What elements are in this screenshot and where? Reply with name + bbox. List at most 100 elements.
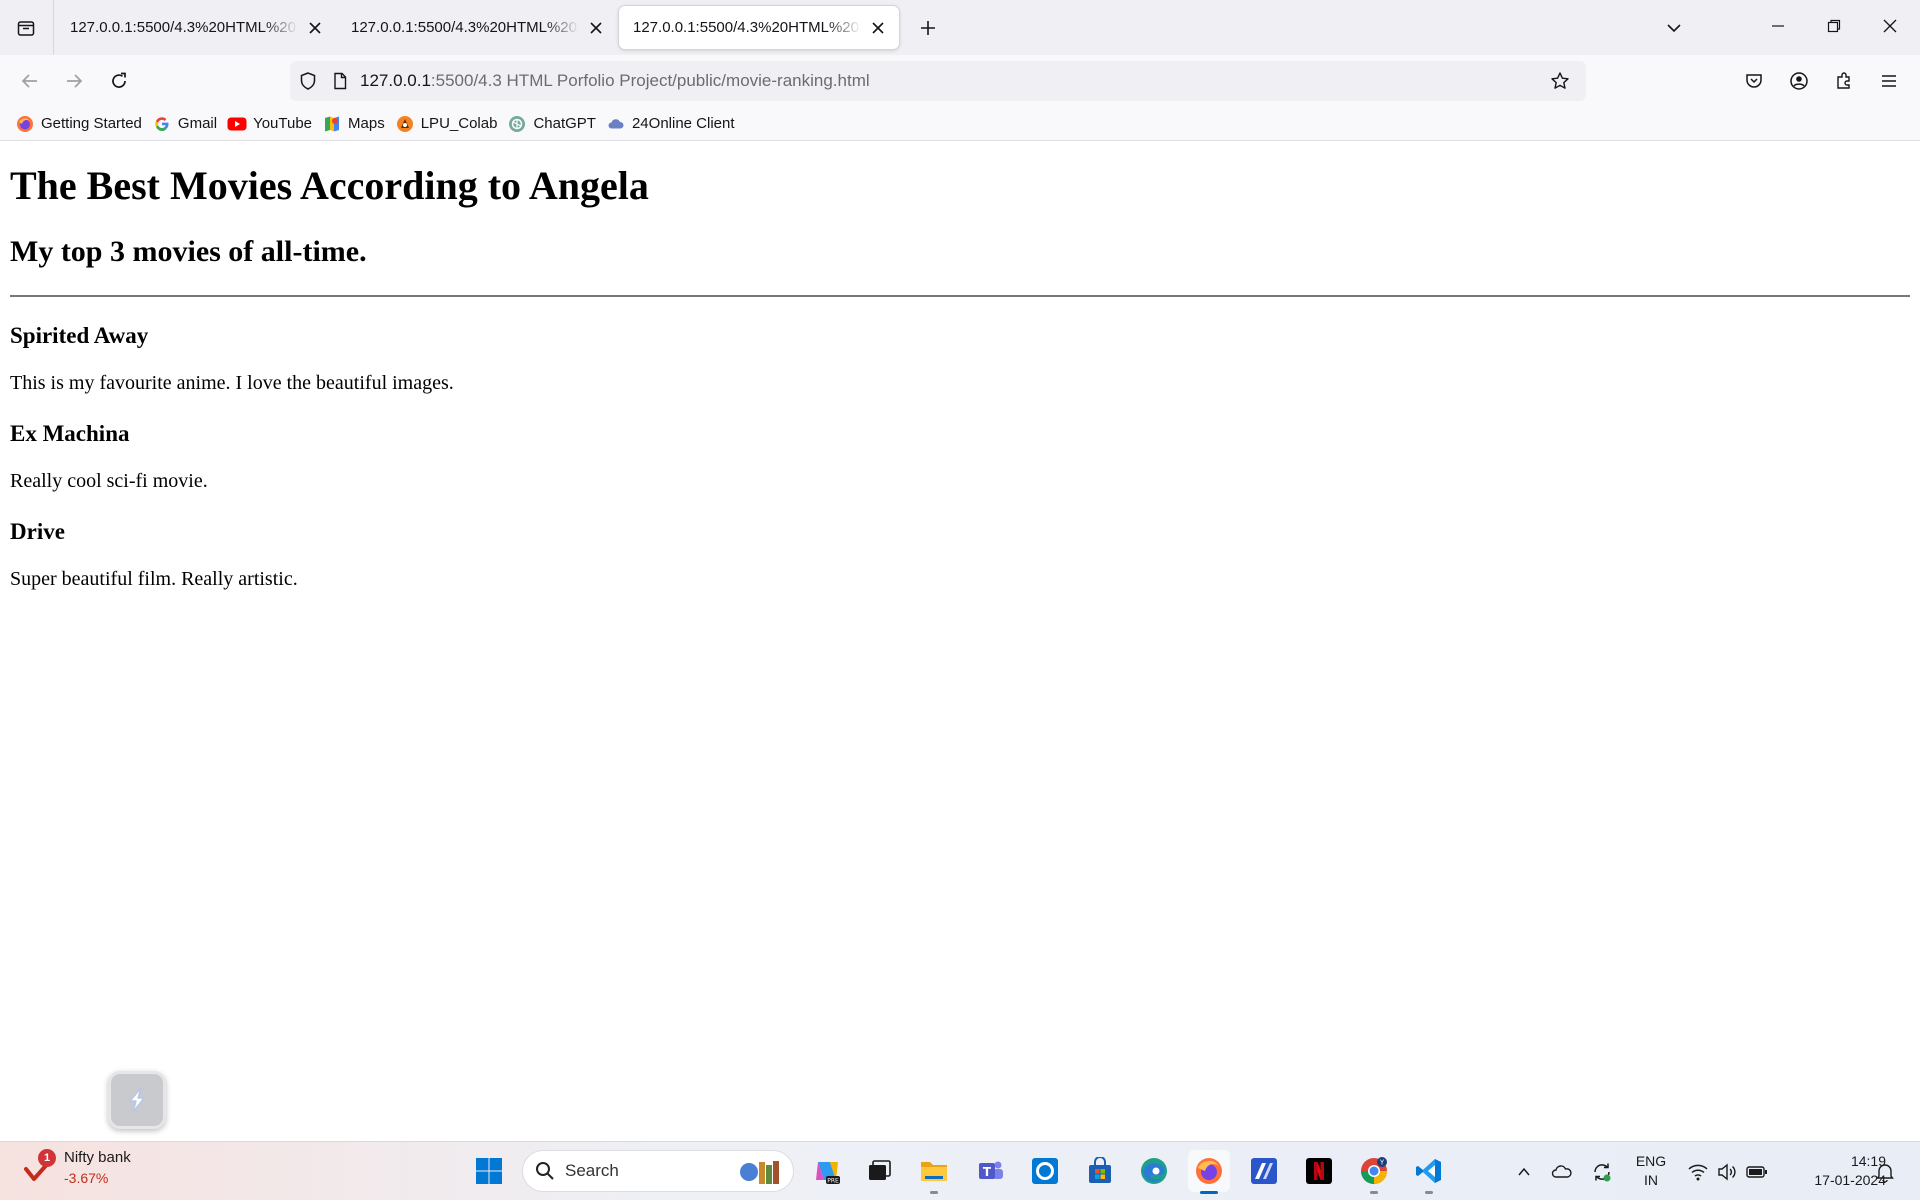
running-indicator [1370,1191,1378,1194]
search-highlight-icon [740,1161,779,1184]
bookmark-getting-started[interactable]: Getting Started [12,110,149,138]
menu-icon[interactable] [1871,63,1907,99]
svg-text:Y: Y [1379,1159,1385,1167]
region-code: IN [1644,1172,1658,1188]
bookmark-gmail[interactable]: Gmail [149,110,224,138]
widget-title: Nifty bank [64,1149,131,1166]
tab-title: 127.0.0.1:5500/4.3%20HTML%20Porfolio [70,19,298,36]
movie-description: Super beautiful film. Really artistic. [10,568,298,590]
movie-title: Drive [10,519,65,544]
bookmark-star-icon[interactable] [1542,63,1578,99]
url-text[interactable]: 127.0.0.1:5500/4.3 HTML Porfolio Project… [360,71,870,91]
bookmark-label: ChatGPT [533,115,596,132]
sync-icon[interactable] [1588,1142,1616,1200]
netflix-icon[interactable] [1298,1150,1340,1192]
tab-strip: 127.0.0.1:5500/4.3%20HTML%20Porfolio 127… [0,0,1920,55]
chrome-icon[interactable]: Y [1353,1150,1395,1194]
url-host: 127.0.0.1 [360,71,431,90]
movie-title: Ex Machina [10,421,130,446]
windows-start-icon[interactable] [468,1150,510,1192]
search-label: Search [565,1161,619,1180]
page-title: The Best Movies According to Angela [10,163,649,208]
copilot-icon[interactable]: PRE [806,1150,848,1192]
close-icon[interactable] [304,17,326,39]
volume-icon[interactable] [1714,1142,1740,1200]
bookmark-label: YouTube [253,115,313,132]
address-bar[interactable]: 127.0.0.1:5500/4.3 HTML Porfolio Project… [290,61,1586,101]
firefox-icon [15,114,35,134]
shield-icon[interactable] [290,61,326,101]
account-icon[interactable] [1781,63,1817,99]
back-arrow-icon[interactable] [12,63,48,99]
file-explorer-icon[interactable] [913,1150,955,1194]
youtube-icon [227,114,247,134]
close-icon[interactable] [867,17,889,39]
bookmark-label: 24Online Client [631,115,735,132]
bookmark-label: Gmail [177,115,218,132]
task-view-icon[interactable] [858,1150,900,1192]
bookmark-label: LPU_Colab [420,115,498,132]
tab-separator [53,0,54,55]
teams-icon[interactable]: T [970,1150,1012,1192]
bookmark-youtube[interactable]: YouTube [224,110,319,138]
microsoft-store-icon[interactable] [1079,1150,1121,1192]
forward-arrow-icon[interactable] [56,63,92,99]
reload-icon[interactable] [101,63,137,99]
bookmark-24online-client[interactable]: 24Online Client [603,110,742,138]
page-icon[interactable] [326,61,354,101]
svg-text:PRE: PRE [827,1178,839,1185]
tab-3-active[interactable]: 127.0.0.1:5500/4.3%20HTML%20Porfolio [619,6,899,49]
tab-2[interactable]: 127.0.0.1:5500/4.3%20HTML%20Porfolio [337,6,617,49]
search-icon [536,1162,554,1180]
notification-badge: 1 [38,1149,56,1167]
input-language[interactable]: ENG IN [1626,1152,1676,1190]
floating-app-widget[interactable] [108,1071,166,1129]
lpu-icon [395,114,415,134]
tab-1[interactable]: 127.0.0.1:5500/4.3%20HTML%20Porfolio [56,6,336,49]
movie-description: Really cool sci-fi movie. [10,470,208,492]
vscode-icon[interactable] [1408,1150,1450,1194]
chevron-down-icon[interactable] [1656,10,1692,46]
web-page-content: The Best Movies According to Angela My t… [0,141,1920,1141]
close-icon[interactable] [585,17,607,39]
bookmarks-toolbar: Getting Started Gmail YouTube Maps LPU_C… [0,107,1920,141]
running-indicator [1200,1191,1218,1194]
page-subtitle: My top 3 movies of all-time. [10,235,367,268]
movie-description: This is my favourite anime. I love the b… [10,372,454,394]
bookmark-label: Maps [348,115,385,132]
wifi-icon[interactable] [1685,1142,1711,1200]
maps-icon [322,114,342,134]
cortana-icon[interactable] [1024,1150,1066,1192]
url-path: :5500/4.3 HTML Porfolio Project/public/m… [430,71,870,90]
google-icon [152,114,172,134]
extensions-icon[interactable] [1826,63,1862,99]
onedrive-icon[interactable] [1548,1142,1576,1200]
movie-title: Spirited Away [10,323,149,348]
chevron-up-icon[interactable] [1510,1142,1538,1200]
chatgpt-icon [507,114,527,134]
tab-title: 127.0.0.1:5500/4.3%20HTML%20Porfolio [633,19,861,36]
notification-bell-icon[interactable] [1870,1142,1900,1200]
language-code: ENG [1635,1153,1667,1169]
restore-icon[interactable] [1806,0,1862,52]
bookmark-label: Getting Started [41,115,142,132]
navigation-toolbar: 127.0.0.1:5500/4.3 HTML Porfolio Project… [0,55,1920,107]
bookmark-maps[interactable]: Maps [319,110,392,138]
stock-widget[interactable]: 1 Nifty bank -3.67% [22,1148,131,1188]
firefox-taskbar-icon[interactable] [1188,1150,1230,1194]
edge-icon[interactable] [1133,1150,1175,1192]
stock-chart-icon: 1 [22,1149,56,1185]
divider [10,295,1910,297]
new-tab-icon[interactable] [910,10,946,46]
minimize-icon[interactable] [1750,0,1806,52]
bookmark-lpu-colab[interactable]: LPU_Colab [392,110,505,138]
pocket-icon[interactable] [1736,63,1772,99]
tab-list-icon[interactable] [8,10,44,46]
battery-icon[interactable] [1744,1142,1770,1200]
close-window-icon[interactable] [1862,0,1918,52]
bookmark-chatgpt[interactable]: ChatGPT [504,110,603,138]
svg-text:T: T [983,1165,992,1179]
widget-value: -3.67% [64,1170,109,1186]
taskbar-search[interactable]: Search [522,1150,794,1192]
powerautomate-icon[interactable] [1243,1150,1285,1192]
